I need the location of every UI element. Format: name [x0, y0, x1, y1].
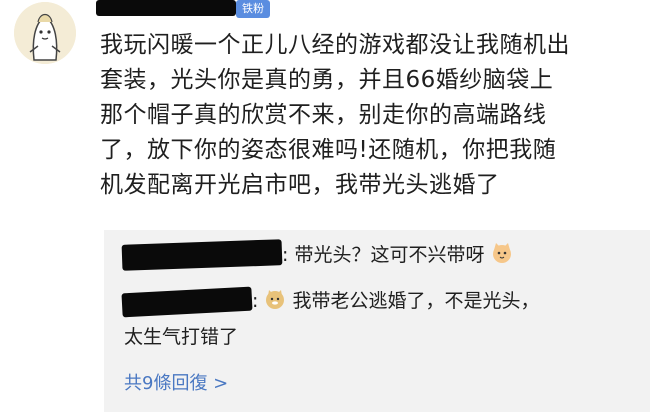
reply-username-redacted[interactable]: [121, 286, 253, 318]
comment-line: 我玩闪暖一个正儿八经的游戏都没让我随机出: [100, 32, 570, 58]
reply-text: :: [282, 244, 295, 266]
avatar-cartoon-icon: [14, 2, 76, 64]
reply-item: : 带光头？这可不兴带呀: [282, 240, 513, 270]
comment-line: 套装，光头你是真的勇，并且66婚纱脑袋上: [100, 67, 554, 93]
replies-panel: : 带光头？这可不兴带呀 : 我带老公逃婚了，不是光头， 太生气打错了 共9條回…: [104, 230, 650, 412]
comment-line: 那个帽子真的欣赏不来，别走你的高端路线: [100, 102, 547, 128]
avatar[interactable]: [14, 2, 76, 64]
comment-text: 我玩闪暖一个正儿八经的游戏都没让我随机出 套装，光头你是真的勇，并且66婚纱脑袋…: [100, 28, 640, 203]
reply-text: 带光头？这可不兴带呀: [294, 244, 485, 266]
reply-username-redacted[interactable]: [121, 239, 283, 271]
fan-badge: 铁粉: [236, 0, 270, 18]
reply-item: : 我带老公逃婚了，不是光头，: [252, 286, 540, 316]
username-redacted: [96, 0, 236, 16]
cat-emoji-icon: [492, 243, 511, 263]
reply-text: 我带老公逃婚了，不是光头，: [292, 290, 540, 312]
reply-continuation: 太生气打错了: [124, 326, 239, 348]
comment-line: 机发配离开光启市吧，我带光头逃婚了: [100, 172, 500, 198]
doge-emoji-icon: [266, 290, 285, 309]
more-replies-link[interactable]: 共9條回復 >: [124, 370, 228, 398]
reply-text: :: [252, 290, 265, 312]
comment-line: 了，放下你的姿态很难吗!还随机，你把我随: [100, 137, 557, 163]
